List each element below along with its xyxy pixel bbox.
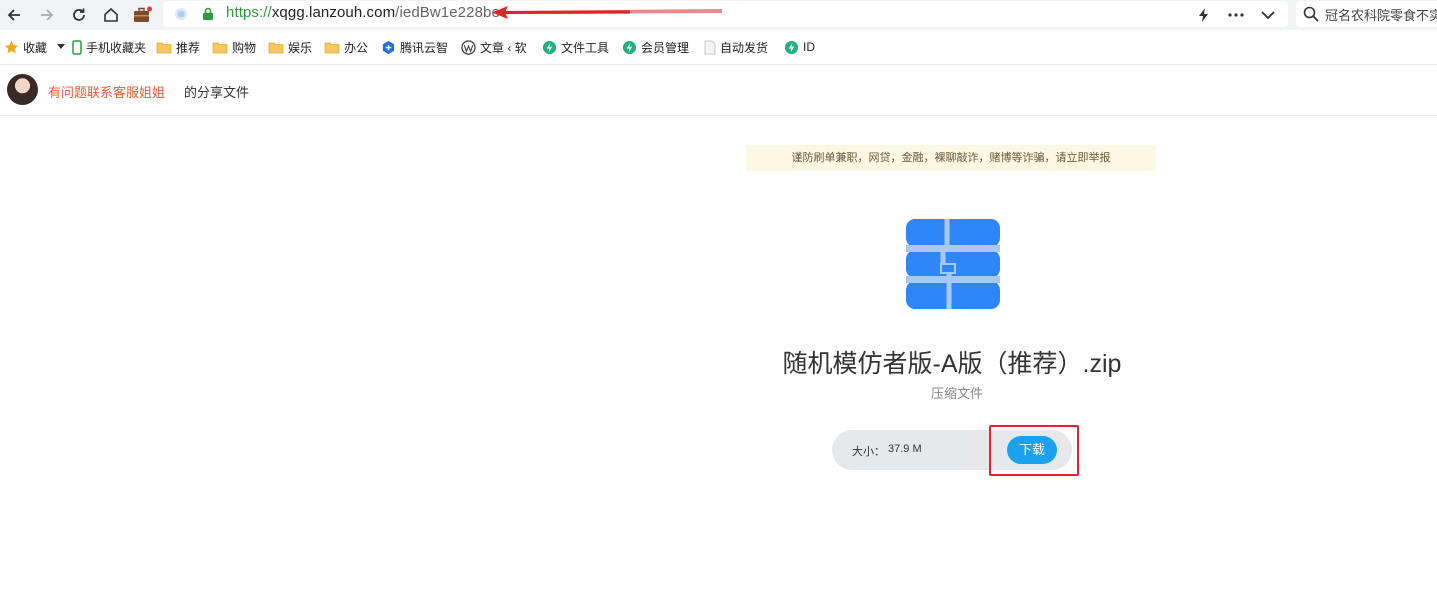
file-size-label: 大小：: [852, 446, 885, 458]
annotation-arrow: [492, 6, 722, 19]
annotation-highlight-box: [989, 425, 1079, 476]
star-icon: [4, 40, 19, 53]
fraud-warning-notice: 谨防刷单兼职，网贷，金融，裸聊敲诈，赌博等诈骗，请立即举报: [746, 145, 1156, 171]
divider: [0, 64, 1437, 65]
tencent-cloud-icon: [382, 40, 395, 54]
search-box[interactable]: 冠名农科院零食不实: [1296, 1, 1437, 27]
bookmark-label: 办公: [344, 40, 369, 55]
search-icon: [1303, 6, 1319, 22]
browser-toolbar: https://xqgg.lanzouh.com/iedBw1e228be 冠名…: [0, 0, 1437, 30]
bookmark-label: 自动发货: [720, 40, 769, 55]
lock-icon: [203, 7, 213, 20]
sharer-name-link[interactable]: 有问题联系客服姐姐: [48, 82, 165, 101]
page-icon: [704, 40, 716, 54]
bookmark-label: 文件工具: [561, 40, 610, 55]
bookmark-label: 手机收藏夹: [86, 40, 147, 55]
wordpress-icon: [461, 39, 476, 55]
forward-arrow-icon[interactable]: [35, 3, 59, 27]
bookmark-file-tools[interactable]: 文件工具: [542, 36, 609, 58]
bookmark-id[interactable]: ID: [784, 36, 815, 58]
bookmark-label: 会员管理: [641, 40, 690, 55]
bookmark-label: 娱乐: [288, 40, 313, 55]
sharer-suffix: 的分享文件: [184, 85, 250, 100]
bookmark-wordpress[interactable]: 文章 ‹ 软: [461, 36, 529, 58]
bookmark-label: 收藏: [23, 40, 48, 55]
bookmark-member-admin[interactable]: 会员管理: [622, 36, 689, 58]
url-host: xqgg.lanzouh.com: [271, 4, 396, 21]
url-protocol: https://: [226, 4, 272, 21]
bookmark-folder-shopping[interactable]: 购物: [212, 36, 256, 58]
chevron-down-icon[interactable]: [1256, 3, 1280, 27]
search-placeholder: 冠名农科院零食不实: [1325, 8, 1437, 23]
bookmark-label: 文章 ‹ 软: [480, 40, 527, 55]
bookmark-label: 腾讯云智: [400, 40, 447, 55]
site-info-icon[interactable]: [174, 7, 188, 21]
bookmark-auto-delivery[interactable]: 自动发货: [704, 36, 770, 58]
phone-icon: [72, 39, 82, 55]
bookmark-folder-recommend[interactable]: 推荐: [156, 36, 200, 58]
more-icon[interactable]: [1224, 3, 1248, 27]
file-size-value: 37.9 M: [888, 443, 922, 455]
zip-archive-icon: [906, 219, 1000, 309]
home-icon[interactable]: [99, 3, 123, 27]
bookmark-label: ID: [803, 40, 815, 54]
bookmark-tencent-cloud[interactable]: 腾讯云智: [381, 36, 447, 58]
share-header: 有问题联系客服姐姐 的分享文件: [0, 66, 1437, 114]
dropdown-triangle-icon[interactable]: [57, 44, 66, 50]
file-name: 随机模仿者版-A版（推荐）.zip: [782, 350, 1122, 378]
folder-icon: [268, 42, 284, 53]
divider: [0, 115, 1437, 116]
bolt-badge-icon: [784, 40, 799, 54]
url-text[interactable]: https://xqgg.lanzouh.com/iedBw1e228be: [226, 4, 500, 22]
bookmark-folder-office[interactable]: 办公: [324, 36, 368, 58]
avatar[interactable]: [7, 74, 38, 105]
bookmark-label: 购物: [232, 40, 257, 55]
url-path: /iedBw1e228be: [395, 4, 500, 21]
bookmarks-bar: 收藏 手机收藏夹 推荐 购物 娱乐 办公 腾讯云智 文章 ‹ 软 文件工具 会员…: [0, 36, 1437, 58]
bolt-badge-icon: [622, 40, 637, 54]
folder-icon: [212, 42, 228, 53]
bookmark-favorites[interactable]: 收藏: [4, 36, 66, 58]
briefcase-icon[interactable]: [130, 3, 154, 27]
back-arrow-icon[interactable]: [2, 3, 26, 27]
bolt-badge-icon: [542, 40, 557, 54]
bookmark-label: 推荐: [176, 40, 201, 55]
bookmark-mobile[interactable]: 手机收藏夹: [72, 36, 146, 58]
folder-icon: [324, 42, 340, 53]
bookmark-folder-entertainment[interactable]: 娱乐: [268, 36, 312, 58]
folder-icon: [156, 42, 172, 53]
lightning-icon[interactable]: [1192, 3, 1216, 27]
reload-icon[interactable]: [67, 3, 91, 27]
file-type: 压缩文件: [930, 386, 983, 401]
